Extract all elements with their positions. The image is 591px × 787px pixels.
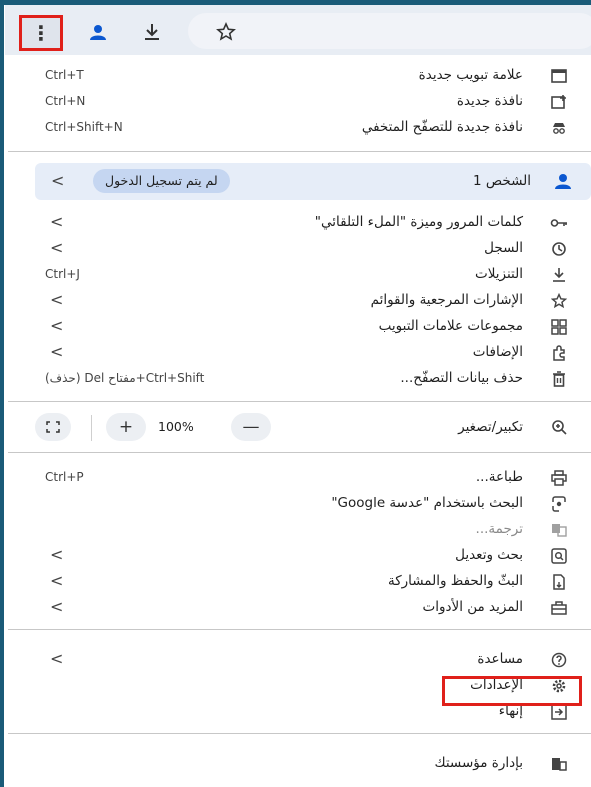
menu-item-extensions[interactable]: الإضافات <	[8, 340, 591, 366]
menu-item-clear-data[interactable]: حذف بيانات التصفّح... Ctrl+Shift+مفتاح D…	[8, 366, 591, 392]
divider	[91, 415, 92, 441]
tab-groups-icon	[549, 317, 569, 337]
separator	[8, 401, 591, 402]
profile-name: الشخص 1	[472, 173, 531, 189]
menu-item-bookmarks[interactable]: الإشارات المرجعية والقوائم <	[8, 288, 591, 314]
separator	[8, 629, 591, 630]
help-icon	[549, 650, 569, 670]
menu-item-more-tools[interactable]: المزيد من الأدوات <	[8, 595, 591, 621]
menu-item-incognito[interactable]: نافذة جديدة للتصفّح المتخفي Ctrl+Shift+N	[8, 115, 591, 141]
menu-item-tab-groups[interactable]: مجموعات علامات التبويب <	[8, 314, 591, 340]
incognito-icon	[549, 118, 569, 138]
zoom-row: تكبير/تصغير — 100% +	[8, 413, 591, 443]
menu-button[interactable]: ⋮	[19, 15, 63, 51]
new-tab-icon	[549, 66, 569, 86]
key-icon	[549, 213, 569, 233]
chrome-menu: علامة تبويب جديدة Ctrl+T نافذة جديدة Ctr…	[8, 55, 591, 787]
extensions-icon	[549, 343, 569, 363]
history-icon	[549, 239, 569, 259]
menu-item-history[interactable]: السجل <	[8, 236, 591, 262]
chevron-left-icon: <	[51, 171, 65, 190]
zoom-in-button[interactable]: +	[106, 413, 146, 441]
profile-row[interactable]: الشخص 1 لم يتم تسجيل الدخول <	[35, 163, 591, 200]
profile-icon[interactable]	[86, 20, 110, 44]
toolbox-icon	[549, 598, 569, 618]
settings-highlight-box	[442, 676, 582, 706]
separator	[8, 151, 591, 152]
zoom-icon	[549, 417, 569, 437]
zoom-label: تكبير/تصغير	[458, 419, 523, 435]
zoom-value: 100%	[158, 419, 194, 434]
menu-item-new-window[interactable]: نافذة جديدة Ctrl+N	[8, 89, 591, 115]
separator	[8, 733, 591, 734]
menu-item-help[interactable]: مساعدة <	[8, 647, 591, 673]
star-icon	[549, 291, 569, 311]
find-icon	[549, 546, 569, 566]
fullscreen-icon	[46, 421, 60, 433]
translate-icon	[549, 520, 569, 540]
menu-item-passwords[interactable]: كلمات المرور وميزة "الملء التلقائي" <	[8, 210, 591, 236]
kebab-icon: ⋮	[31, 21, 51, 45]
print-icon	[549, 468, 569, 488]
menu-item-downloads[interactable]: التنزيلات Ctrl+J	[8, 262, 591, 288]
person-icon	[551, 171, 575, 191]
menu-item-translate: ترجمة...	[8, 517, 591, 543]
cast-icon	[549, 572, 569, 592]
menu-item-google-lens[interactable]: البحث باستخدام "عدسة Google"	[8, 491, 591, 517]
lens-icon	[549, 494, 569, 514]
omnibox[interactable]	[188, 13, 591, 49]
menu-item-find-edit[interactable]: بحث وتعديل <	[8, 543, 591, 569]
enterprise-icon	[549, 754, 569, 774]
separator	[8, 452, 591, 453]
managed-by-organization[interactable]: بإدارة مؤسستك	[8, 751, 591, 777]
sign-in-status-badge[interactable]: لم يتم تسجيل الدخول	[93, 169, 230, 193]
fullscreen-button[interactable]	[35, 413, 71, 441]
download-icon[interactable]	[140, 20, 164, 44]
new-window-icon	[549, 92, 569, 112]
download-icon	[549, 265, 569, 285]
zoom-out-button[interactable]: —	[231, 413, 271, 441]
menu-item-new-tab[interactable]: علامة تبويب جديدة Ctrl+T	[8, 63, 591, 89]
menu-item-print[interactable]: طباعة... Ctrl+P	[8, 465, 591, 491]
menu-item-cast-save-share[interactable]: البثّ والحفظ والمشاركة <	[8, 569, 591, 595]
bookmark-star-icon[interactable]	[214, 20, 238, 44]
trash-icon	[549, 369, 569, 389]
